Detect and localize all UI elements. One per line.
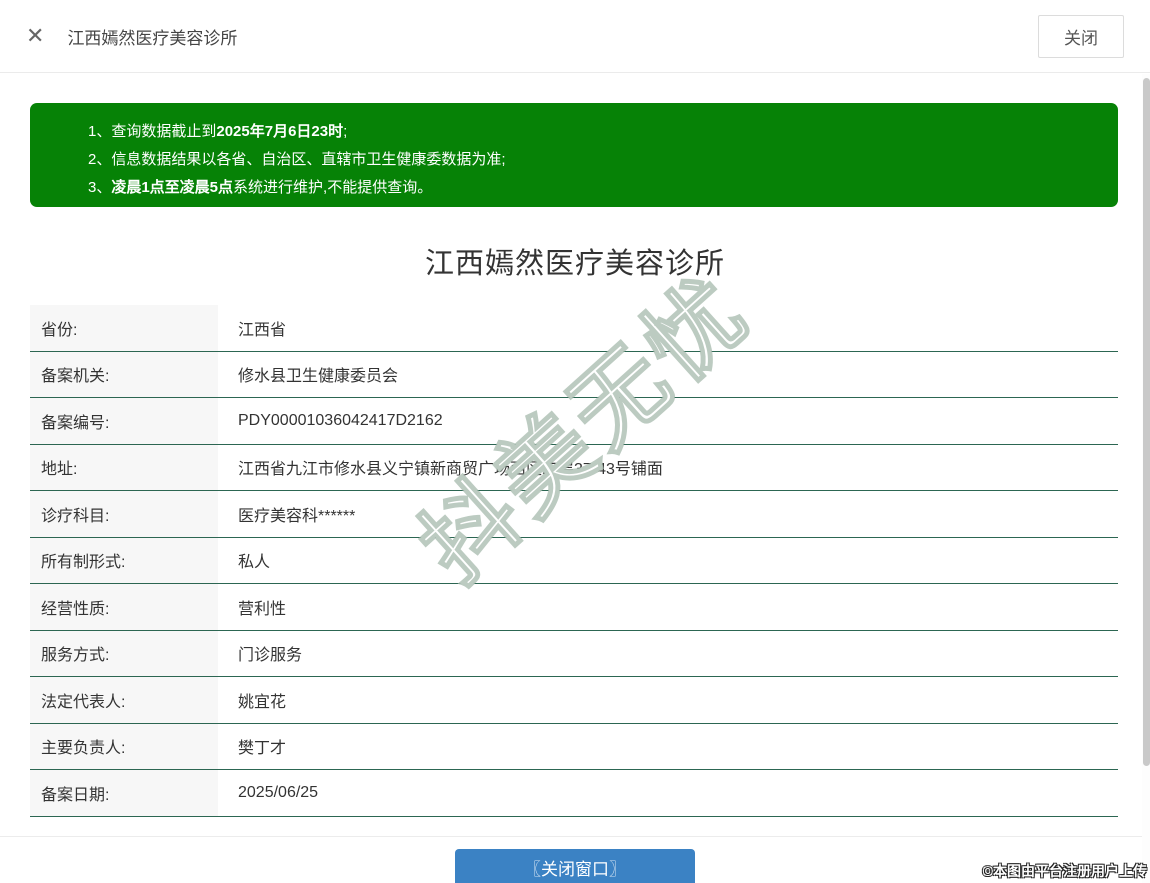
row-value: 修水县卫生健康委员会 [218,351,1118,397]
table-row: 法定代表人: 姚宜花 [30,677,1118,724]
close-button[interactable]: 关闭 [1038,14,1124,58]
table-row: 备案日期: 2025/06/25 [30,770,1118,817]
table-row: 所有制形式: 私人 [30,537,1118,584]
row-value: 江西省 [218,305,1118,351]
vertical-scrollbar[interactable] [1142,74,1150,883]
row-label: 诊疗科目: [30,491,218,537]
row-value: 姚宜花 [218,677,1118,723]
notice-banner: 1、查询数据截止到2025年7月6日23时; 2、信息数据结果以各省、自治区、直… [30,103,1118,207]
notice-line-2: 2、信息数据结果以各省、自治区、直辖市卫生健康委数据为准; [88,146,1098,174]
notice-line-1-num: 1、 [88,123,112,140]
notice-line-1-pre: 查询数据截止到 [111,123,217,140]
row-label: 经营性质: [30,584,218,630]
notice-line-1-bold: 2025年7月6日23时 [216,123,344,140]
footer-actions: 〖关闭窗口〗 [0,848,1150,883]
row-label: 地址: [30,444,218,490]
table-row: 主要负责人: 樊丁才 [30,723,1118,770]
notice-line-3-bold: 凌晨1点至凌晨5点 [111,179,234,196]
row-label: 省份: [30,305,218,351]
row-value: 私人 [218,537,1118,583]
row-value: 2025/06/25 [218,770,1118,816]
row-label: 服务方式: [30,630,218,676]
row-value: 樊丁才 [218,723,1118,769]
notice-line-2-pre: 信息数据结果以各省、自治区、直辖市卫生健康委数据为准; [111,151,506,168]
scrollbar-thumb[interactable] [1143,78,1150,766]
notice-line-1: 1、查询数据截止到2025年7月6日23时; [88,118,1098,146]
window-title: 江西嫣然医疗美容诊所 [67,28,238,48]
row-label: 法定代表人: [30,677,218,723]
row-label: 主要负责人: [30,723,218,769]
row-label: 所有制形式: [30,537,218,583]
table-row: 地址: 江西省九江市修水县义宁镇新商贸广场西区二层37-43号铺面 [30,444,1118,491]
notice-line-3-post: 系统进行维护,不能提供查询。 [233,179,433,196]
table-row: 服务方式: 门诊服务 [30,630,1118,677]
footer-divider [0,835,1150,837]
notice-line-2-num: 2、 [88,151,112,168]
table-row: 经营性质: 营利性 [30,584,1118,631]
notice-line-3-num: 3、 [88,179,112,196]
record-title: 江西嫣然医疗美容诊所 [424,248,725,280]
row-value: 营利性 [218,584,1118,630]
notice-line-3: 3、凌晨1点至凌晨5点系统进行维护,不能提供查询。 [88,174,1098,202]
table-row: 备案机关: 修水县卫生健康委员会 [30,351,1118,398]
window-titlebar: ✕ 江西嫣然医疗美容诊所 关闭 [0,0,1150,73]
close-x-icon[interactable]: ✕ [26,25,44,47]
info-table: 省份: 江西省 备案机关: 修水县卫生健康委员会 备案编号: PDY00001036042… [30,305,1118,817]
row-label: 备案机关: [30,351,218,397]
row-value: 江西省九江市修水县义宁镇新商贸广场西区二层37-43号铺面 [218,444,1118,490]
row-value: PDY00001036042417D2162 [218,398,1118,444]
notice-line-1-post: ; [343,123,348,140]
row-value: 门诊服务 [218,630,1118,676]
table-row: 省份: 江西省 [30,305,1118,352]
table-row: 诊疗科目: 医疗美容科****** [30,491,1118,538]
table-row: 备案编号: PDY00001036042417D2162 [30,398,1118,445]
row-value: 医疗美容科****** [218,491,1118,537]
row-label: 备案日期: [30,770,218,816]
close-window-button[interactable]: 〖关闭窗口〗 [455,848,695,883]
row-label: 备案编号: [30,398,218,444]
